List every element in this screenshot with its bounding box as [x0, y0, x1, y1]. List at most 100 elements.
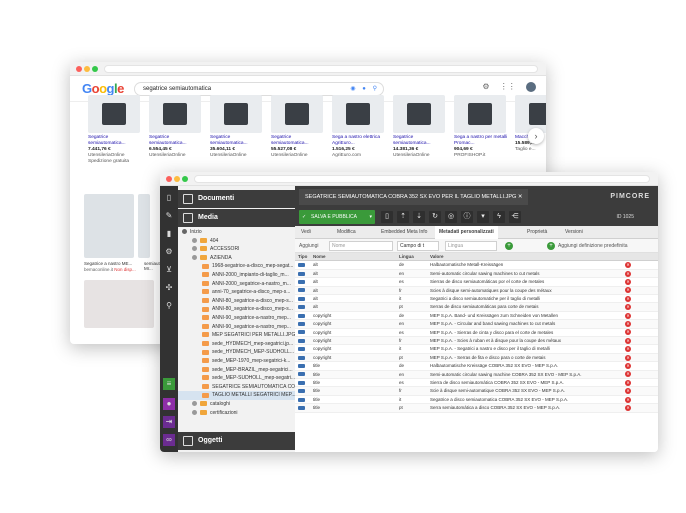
wrench-icon[interactable]: ✎	[163, 210, 175, 222]
close-dot[interactable]	[166, 176, 172, 182]
apps-icon[interactable]: ⋮⋮	[500, 82, 516, 91]
network-icon[interactable]: ✣	[163, 282, 175, 294]
language-select[interactable]: Lingua	[445, 241, 497, 251]
column-header[interactable]: Nome	[313, 253, 399, 261]
subtab[interactable]: Modifica	[333, 226, 360, 239]
product-name[interactable]: Segatrice semiautomatica...	[271, 135, 327, 147]
table-row[interactable]: title fr Scie à disque semi-automatique …	[295, 387, 658, 396]
editor-tab[interactable]: SEGATRICE SEMIAUTOMATICA COBRA 352 SX EV…	[299, 189, 529, 205]
delete-row-icon[interactable]: ✕	[625, 346, 631, 353]
table-row[interactable]: alt it Segatrici a disco semiautomatiche…	[295, 295, 658, 304]
subtab[interactable]: Versioni	[561, 226, 587, 239]
row-name[interactable]: title	[313, 404, 399, 412]
product-name[interactable]: Segatrice semiautomatica...	[210, 135, 266, 147]
delete-row-icon[interactable]: ✕	[625, 337, 631, 344]
expand-icon[interactable]	[192, 254, 197, 260]
tree-item[interactable]: sede_MEP-BRAZIL_mep-segatrici...	[178, 366, 295, 375]
download-icon[interactable]: ⇣	[413, 211, 425, 223]
maximize-dot[interactable]	[92, 66, 98, 72]
delete-row-icon[interactable]: ✕	[625, 270, 631, 277]
product-card[interactable]: Sega a nastro elettrica AgriEuro... 1.51…	[332, 95, 388, 181]
row-name[interactable]: copyright	[313, 337, 399, 345]
tree-item[interactable]: sede_MEP-1970_mep-segatrici-k...	[178, 357, 295, 366]
product-card[interactable]: Segatrice semiautomatica... 55.527,08 € …	[271, 95, 327, 181]
product-name[interactable]: Segatrice semiautomatica...	[88, 135, 144, 147]
table-row[interactable]: alt fr Scies à disque semi-automatiques …	[295, 286, 658, 295]
tree-item[interactable]: sede_MEP-SUDHOLL_mep-segatri...	[178, 374, 295, 383]
row-name[interactable]: title	[313, 379, 399, 387]
product-image[interactable]	[88, 95, 140, 133]
subtab[interactable]: Vedi	[297, 226, 315, 239]
row-name[interactable]: alt	[313, 270, 399, 278]
tree-item[interactable]: TAGLIO METALLI SEGATRICI MEP...	[178, 391, 295, 400]
user-icon[interactable]: ●	[163, 398, 175, 410]
table-row[interactable]: copyright it MEP S.p.A. - Segatrici a na…	[295, 345, 658, 354]
delete-row-icon[interactable]: ✕	[625, 388, 631, 395]
maximize-dot[interactable]	[182, 176, 188, 182]
row-value[interactable]: MEP S.p.A. - Scies à ruban et à disque p…	[430, 337, 620, 345]
table-row[interactable]: alt pt Serras de disco semiautomáticas p…	[295, 303, 658, 312]
close-dot[interactable]	[76, 66, 82, 72]
cart-icon[interactable]: ⊻	[163, 264, 175, 276]
table-row[interactable]: copyright en MEP S.p.A. - Circular and b…	[295, 320, 658, 329]
row-name[interactable]: copyright	[313, 345, 399, 353]
product-name[interactable]: Segatrice semiautomatica...	[393, 135, 449, 147]
product-card[interactable]: Segatrice semiautomatica... 7.441,76 € U…	[88, 95, 144, 181]
row-value[interactable]: Sierra de disco semiautomática COBRA 352…	[430, 379, 620, 387]
row-name[interactable]: alt	[313, 261, 399, 269]
tree-item[interactable]: certificazioni	[178, 409, 295, 418]
column-header[interactable]: Lingua	[399, 253, 429, 261]
row-language[interactable]: en	[399, 270, 429, 278]
delete-row-icon[interactable]: ✕	[625, 279, 631, 285]
product-card[interactable]: Segatrice semiautomatica... 35.604,11 € …	[210, 95, 266, 181]
table-row[interactable]: alt en Semi-automatic circular sawing ma…	[295, 269, 658, 279]
tree-item[interactable]: AZIENDA	[178, 254, 295, 263]
row-name[interactable]: alt	[313, 295, 399, 303]
row-name[interactable]: alt	[313, 287, 399, 295]
carousel-next-button[interactable]: ›	[528, 128, 544, 144]
product-image[interactable]	[515, 95, 546, 133]
table-row[interactable]: title en Semi-automatic circular sawing …	[295, 370, 658, 379]
tree-item[interactable]: ANNI-90_segatrice-a-nastro_mep...	[178, 323, 295, 332]
delete-row-icon[interactable]: ✕	[625, 363, 631, 369]
row-name[interactable]: title	[313, 387, 399, 395]
row-language[interactable]: fr	[399, 337, 429, 345]
row-language[interactable]: it	[399, 345, 429, 353]
google-logo[interactable]: Google	[82, 81, 124, 96]
section-objects[interactable]: Oggetti	[178, 432, 295, 450]
product-name[interactable]: Sega a nastro elettrica AgriEuro...	[332, 135, 388, 147]
row-language[interactable]: de	[399, 362, 429, 370]
row-name[interactable]: alt	[313, 303, 399, 311]
table-row[interactable]: alt de Halbautomatische Metall-Kreissäge…	[295, 261, 658, 270]
table-row[interactable]: copyright de MEP S.p.A. Band- und Kreiss…	[295, 312, 658, 321]
product-image[interactable]	[271, 95, 323, 133]
search-icon[interactable]: ⚲	[373, 86, 377, 92]
logout-icon[interactable]: ⇥	[163, 416, 175, 428]
product-name[interactable]: Sega a nastro per metalli Promac...	[454, 135, 510, 147]
tree-item[interactable]: sede_HYDMECH_mep-segatrici.jp...	[178, 340, 295, 349]
product-image[interactable]	[149, 95, 201, 133]
column-header[interactable]: Tipo	[298, 253, 310, 261]
row-value[interactable]: MEP S.p.A. - Circular and band sawing ma…	[430, 320, 620, 328]
minimize-dot[interactable]	[84, 66, 90, 72]
tree-item[interactable]: MEP SEGATRICI PER METALLI.JPG	[178, 331, 295, 340]
tree-item[interactable]: ANNI-2000_segatrice-a-nastro_m...	[178, 280, 295, 289]
tree-item[interactable]: anni-70_segatrice-a-disco_mep-s...	[178, 288, 295, 297]
expand-icon[interactable]	[192, 409, 197, 415]
row-language[interactable]: es	[399, 278, 429, 286]
table-row[interactable]: title it Segatrice a disco semiautomatic…	[295, 396, 658, 405]
notifications-icon[interactable]: ≡	[163, 378, 175, 390]
info-icon[interactable]: ⓘ	[461, 211, 473, 223]
product-image[interactable]	[454, 95, 506, 133]
table-row[interactable]: copyright es MEP S.p.A. - Sierras de cin…	[295, 329, 658, 337]
delete-row-icon[interactable]: ✕	[625, 379, 631, 386]
share-icon[interactable]: ⋲	[509, 211, 521, 223]
result-image[interactable]	[84, 194, 134, 258]
tree-item[interactable]: ANNI-80_segatrice-a-disco_mep-s...	[178, 305, 295, 314]
avatar[interactable]	[526, 82, 536, 92]
delete-row-icon[interactable]: ✕	[625, 312, 631, 319]
row-value[interactable]: Halbautomatische Metall-Kreissägen	[430, 261, 620, 269]
google-search-input[interactable]: segatrice semiautomatica ◉ ● ⚲	[134, 82, 384, 96]
type-select[interactable]: Campo di t	[397, 241, 439, 251]
product-name[interactable]: Segatrice semiautomatica...	[149, 135, 205, 147]
